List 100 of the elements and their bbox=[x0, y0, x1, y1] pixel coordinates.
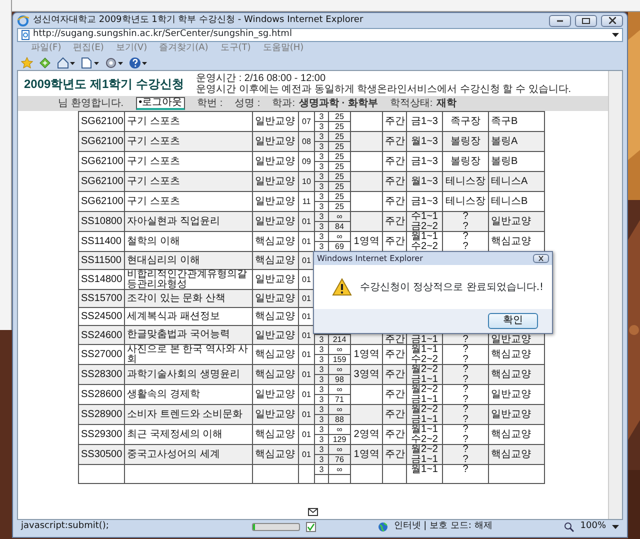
table-cell: 소비자 트렌드와 소비문화 bbox=[124, 404, 252, 424]
table-cell: SS11500 bbox=[78, 252, 124, 270]
hours-note: 운영시간 이후에는 예전과 동일하게 학생온라인서비스에서 수강신청 할 수 있습니다. bbox=[196, 84, 572, 94]
ok-button[interactable]: 확인 bbox=[488, 313, 538, 329]
table-cell: SG62100 bbox=[78, 112, 124, 132]
menu-item[interactable]: 파일(F) bbox=[31, 42, 62, 56]
menu-item[interactable]: 보기(V) bbox=[116, 42, 148, 56]
logout-button[interactable]: •로그아웃 bbox=[136, 97, 186, 110]
table-cell: ? ? bbox=[442, 444, 488, 464]
info-label: 학과: bbox=[272, 97, 295, 111]
table-cell: 한글맞춤법과 국어능력 bbox=[124, 326, 252, 344]
table-cell: 현대심리의 이해 bbox=[124, 252, 252, 270]
table-cell: ? ? bbox=[442, 404, 488, 424]
table-cell: 일반교양 bbox=[488, 404, 544, 424]
globe-icon bbox=[378, 522, 388, 532]
maximize-button[interactable] bbox=[575, 14, 597, 26]
hours-text: 운영시간 : 2/16 08:00 - 12:00 bbox=[196, 72, 327, 84]
table-cell: 일반교양 bbox=[252, 132, 298, 152]
maximize-icon bbox=[582, 18, 590, 24]
close-button[interactable] bbox=[533, 254, 549, 263]
table-cell: 3 bbox=[314, 384, 328, 394]
minimize-icon bbox=[557, 20, 563, 22]
table-cell: 주간 bbox=[382, 364, 406, 384]
table-cell: 3 bbox=[314, 424, 328, 434]
menu-item[interactable]: 즐겨찾기(A) bbox=[159, 42, 208, 56]
table-cell: 일반교양 bbox=[252, 326, 298, 344]
add-favorite-icon[interactable] bbox=[39, 56, 51, 68]
table-cell: 일반교양 bbox=[252, 172, 298, 192]
table-cell: 월1~3 bbox=[406, 132, 442, 152]
help-icon[interactable] bbox=[129, 56, 147, 68]
table-cell: 일반교양 bbox=[252, 212, 298, 232]
table-cell: ∞ bbox=[328, 424, 350, 434]
table-cell: 월1~3 bbox=[406, 172, 442, 192]
table-cell: 구기 스포츠 bbox=[124, 112, 252, 132]
mail-icon bbox=[308, 508, 318, 516]
table-cell: 25 bbox=[328, 112, 350, 122]
table-cell: ∞ bbox=[328, 344, 350, 354]
minimize-button[interactable] bbox=[549, 14, 571, 26]
table-cell: SS15700 bbox=[78, 290, 124, 308]
table-cell: 중국고사성어의 세계 bbox=[124, 444, 252, 464]
caret-icon bbox=[612, 32, 619, 38]
info-value: 재학 bbox=[436, 97, 457, 111]
dialog-message: 수강신청이 정상적으로 완료되었습니다.! bbox=[360, 280, 544, 294]
page-title: 2009학년도 제1학기 수강신청 bbox=[24, 76, 184, 92]
address-field[interactable]: http://sugang.sungshin.ac.kr/SerCenter/sungshin_sg.html bbox=[17, 28, 623, 42]
menu-item[interactable]: 도구(T) bbox=[220, 42, 251, 56]
menu-item[interactable]: 도움말(H) bbox=[262, 42, 304, 56]
check-page-icon bbox=[306, 522, 316, 532]
table-cell: 핵심교양 bbox=[252, 364, 298, 384]
caret-icon[interactable] bbox=[612, 524, 619, 530]
table-cell: 볼링A bbox=[488, 132, 544, 152]
table-cell: ? ? bbox=[442, 364, 488, 384]
table-cell: SS10800 bbox=[78, 212, 124, 232]
table-cell: 3영역 bbox=[350, 364, 382, 384]
table-cell: 25 bbox=[328, 152, 350, 162]
welcome-text: 님 환영합니다. bbox=[58, 97, 124, 111]
table-cell: 월1~1 bbox=[406, 464, 442, 484]
table-cell: 1영역 bbox=[350, 444, 382, 464]
table-cell: 과학기술사회의 생명윤리 bbox=[124, 364, 252, 384]
table-cell: 핵심교양 bbox=[252, 252, 298, 270]
scrollbar[interactable] bbox=[608, 71, 622, 519]
warning-icon bbox=[332, 278, 352, 296]
table-cell: 자아실현과 직업윤리 bbox=[124, 212, 252, 232]
menu-item[interactable]: 편집(E) bbox=[73, 42, 104, 56]
close-icon bbox=[608, 17, 616, 24]
table-cell: 3 bbox=[314, 152, 328, 162]
table-cell: 3 bbox=[314, 232, 328, 242]
info-label: 학적상태: bbox=[390, 97, 433, 111]
zoom-icon bbox=[564, 522, 574, 532]
home-icon[interactable] bbox=[57, 56, 75, 68]
table-cell: 수1~1 금2~2 bbox=[406, 212, 442, 232]
browser-icon bbox=[17, 14, 29, 26]
table-cell: 일반교양 bbox=[252, 404, 298, 424]
status-text: javascript:submit(); bbox=[21, 520, 110, 534]
close-button[interactable] bbox=[601, 14, 623, 26]
zoom-level[interactable]: 100% bbox=[580, 520, 606, 534]
info-label: 성명 : bbox=[234, 97, 260, 111]
favorites-star-icon[interactable] bbox=[21, 56, 33, 68]
table-cell: 3 bbox=[314, 192, 328, 202]
table-cell: 월2~2 금1~1 bbox=[406, 364, 442, 384]
page-icon bbox=[21, 30, 30, 40]
table-cell: 볼링장 bbox=[442, 132, 488, 152]
table-cell: 조각이 있는 문화 산책 bbox=[124, 290, 252, 308]
table-cell: 월2~2 금1~1 bbox=[406, 444, 442, 464]
table-cell: 핵심교양 bbox=[488, 364, 544, 384]
table-cell: ? ? bbox=[442, 212, 488, 232]
table-cell: 주간 bbox=[382, 212, 406, 232]
table-cell: 구기 스포츠 bbox=[124, 172, 252, 192]
table-cell: SS30500 bbox=[78, 444, 124, 464]
page-icon[interactable] bbox=[81, 56, 99, 68]
table-cell: SS28900 bbox=[78, 404, 124, 424]
security-zone: 인터넷 | 보호 모드: 해제 bbox=[394, 520, 492, 534]
info-label: 학번 : bbox=[197, 97, 223, 111]
table-cell: 월2~2 금1~1 bbox=[406, 404, 442, 424]
table-cell: 테니스장 bbox=[442, 172, 488, 192]
table-cell: 주간 bbox=[382, 404, 406, 424]
table-cell: SG62100 bbox=[78, 172, 124, 192]
table-cell: 25 bbox=[328, 192, 350, 202]
table-cell: 일반교양 bbox=[252, 290, 298, 308]
table-cell: 주간 bbox=[382, 172, 406, 192]
